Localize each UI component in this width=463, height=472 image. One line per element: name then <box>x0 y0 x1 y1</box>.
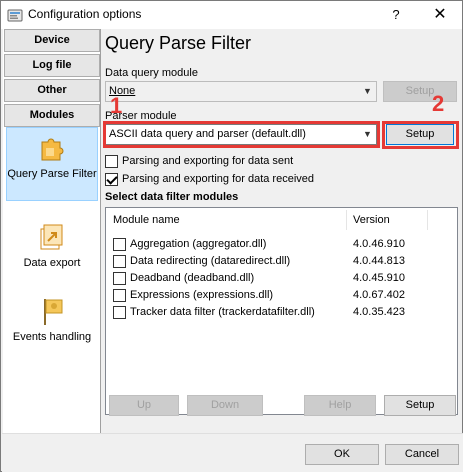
data-sent-checkbox[interactable] <box>105 155 118 168</box>
module-name: Aggregation (aggregator.dll) <box>130 238 267 250</box>
nav-item-label: Data export <box>23 257 81 269</box>
puzzle-icon <box>41 138 64 161</box>
data-query-setup-button[interactable]: Setup <box>383 81 457 102</box>
row-checkbox[interactable] <box>113 306 126 319</box>
module-name: Expressions (expressions.dll) <box>130 289 274 301</box>
ok-button[interactable]: OK <box>305 444 379 465</box>
window-title: Configuration options <box>28 7 142 21</box>
close-window-button[interactable]: ✕ <box>418 1 462 29</box>
module-name: Data redirecting (dataredirect.dll) <box>130 255 291 267</box>
module-version: 4.0.67.402 <box>353 289 405 301</box>
nav-item-events-handling[interactable]: Events handling <box>6 295 98 355</box>
data-received-checkbox[interactable] <box>105 173 118 186</box>
module-name: Tracker data filter (trackerdatafilter.d… <box>130 306 315 318</box>
data-query-module-select[interactable]: None ▼ <box>105 81 377 102</box>
help-button[interactable]: Help <box>304 395 376 416</box>
category-log-file-button[interactable]: Log file <box>4 54 100 77</box>
nav-item-query-parse-filter[interactable]: Query Parse Filter <box>6 127 98 201</box>
down-button[interactable]: Down <box>187 395 263 416</box>
filter-modules-heading: Select data filter modules <box>105 191 239 203</box>
data-sent-label: Parsing and exporting for data sent <box>122 155 294 167</box>
settings-app-icon <box>7 9 23 22</box>
table-row[interactable]: Aggregation (aggregator.dll) 4.0.46.910 <box>106 236 457 253</box>
column-divider <box>427 210 428 230</box>
up-button[interactable]: Up <box>109 395 179 416</box>
module-version: 4.0.45.910 <box>353 272 405 284</box>
help-title-button[interactable]: ? <box>374 1 418 29</box>
column-header-module-name[interactable]: Module name <box>113 214 180 226</box>
configuration-window: Configuration options ? ✕ Device Log fil… <box>0 0 463 472</box>
row-checkbox[interactable] <box>113 289 126 302</box>
row-checkbox[interactable] <box>113 272 126 285</box>
module-version: 4.0.35.423 <box>353 306 405 318</box>
cancel-button[interactable]: Cancel <box>385 444 459 465</box>
annotation-box-2 <box>382 121 459 149</box>
filter-modules-list: Module name Version Aggregation (aggrega… <box>105 207 458 415</box>
row-checkbox[interactable] <box>113 255 126 268</box>
title-bar: Configuration options ? ✕ <box>1 1 462 29</box>
table-row[interactable]: Deadband (deadband.dll) 4.0.45.910 <box>106 270 457 287</box>
table-row[interactable]: Data redirecting (dataredirect.dll) 4.0.… <box>106 253 457 270</box>
table-row[interactable]: Expressions (expressions.dll) 4.0.67.402 <box>106 287 457 304</box>
nav-item-data-export[interactable]: Data export <box>6 221 98 281</box>
module-version: 4.0.44.813 <box>353 255 405 267</box>
module-name: Deadband (deadband.dll) <box>130 272 255 284</box>
row-checkbox[interactable] <box>113 238 126 251</box>
chevron-down-icon: ▼ <box>363 86 372 96</box>
annotation-box-1 <box>103 121 380 148</box>
export-icon <box>40 224 63 250</box>
sidebar: Device Log file Other Modules Query Pars… <box>3 29 101 433</box>
category-other-button[interactable]: Other <box>4 79 100 102</box>
main-panel: Query Parse Filter Data query module Non… <box>102 29 462 433</box>
data-query-module-label: Data query module <box>105 67 198 79</box>
category-modules-button[interactable]: Modules <box>4 104 100 127</box>
annotation-number-2: 2 <box>432 91 445 116</box>
annotation-number-1: 1 <box>110 93 123 118</box>
category-device-button[interactable]: Device <box>4 29 100 52</box>
module-version: 4.0.46.910 <box>353 238 405 250</box>
nav-item-label: Query Parse Filter <box>7 168 97 180</box>
filter-setup-button[interactable]: Setup <box>384 395 456 416</box>
page-title: Query Parse Filter <box>105 33 252 53</box>
dialog-footer: OK Cancel <box>2 433 463 472</box>
data-received-label: Parsing and exporting for data received <box>122 173 315 185</box>
nav-item-label: Events handling <box>12 331 92 343</box>
table-row[interactable]: Tracker data filter (trackerdatafilter.d… <box>106 304 457 321</box>
column-divider <box>346 210 347 230</box>
flag-icon <box>44 299 63 325</box>
column-header-version[interactable]: Version <box>353 214 390 226</box>
